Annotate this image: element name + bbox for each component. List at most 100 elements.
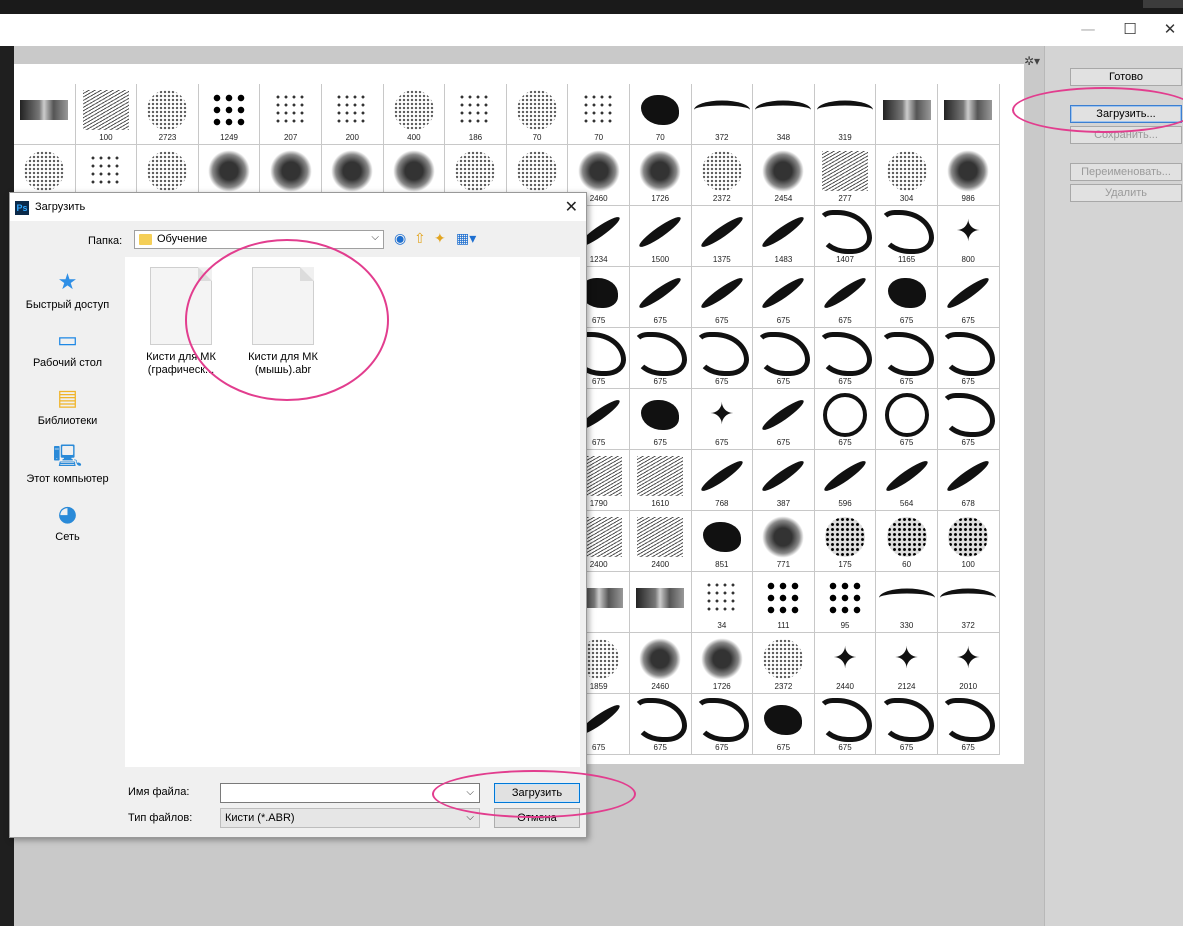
place-desktop[interactable]: ▭ Рабочий стол bbox=[10, 329, 125, 370]
brush-preset-cell[interactable]: 564 bbox=[876, 450, 938, 511]
file-item[interactable]: Кисти для МК (графическ... bbox=[141, 267, 221, 377]
brush-preset-cell[interactable]: ✦ 2440 bbox=[814, 633, 877, 694]
brush-preset-cell[interactable]: 2460 bbox=[629, 633, 692, 694]
brush-preset-cell[interactable]: 851 bbox=[691, 511, 754, 572]
up-folder-icon[interactable]: ⇧ bbox=[414, 232, 426, 246]
window-close-button[interactable]: ✕ bbox=[1150, 16, 1183, 42]
brush-preset-cell[interactable]: 95 bbox=[814, 572, 877, 633]
brush-preset-cell[interactable]: 675 bbox=[691, 694, 754, 755]
brush-preset-cell[interactable]: 675 bbox=[814, 389, 877, 450]
brush-preset-cell[interactable]: 1249 bbox=[198, 84, 261, 145]
brush-preset-cell[interactable]: 348 bbox=[753, 84, 815, 145]
filetype-select[interactable]: Кисти (*.ABR) ⌵ bbox=[220, 808, 480, 828]
brush-preset-cell[interactable]: 675 bbox=[814, 267, 877, 328]
brush-preset-cell[interactable]: 675 bbox=[937, 328, 1000, 389]
brush-preset-cell[interactable]: 319 bbox=[814, 84, 877, 145]
brush-preset-cell[interactable]: 675 bbox=[691, 328, 754, 389]
brush-preset-cell[interactable]: 186 bbox=[445, 84, 507, 145]
back-icon[interactable]: ◉ bbox=[394, 232, 406, 246]
place-this-pc[interactable]: 🖳 Этот компьютер bbox=[10, 445, 125, 486]
brush-preset-cell[interactable]: 675 bbox=[876, 389, 938, 450]
brush-preset-cell[interactable]: 675 bbox=[876, 267, 938, 328]
brush-preset-cell[interactable]: 330 bbox=[876, 572, 938, 633]
new-folder-icon[interactable]: ✦ bbox=[434, 232, 446, 246]
brush-preset-cell[interactable]: 1726 bbox=[691, 633, 754, 694]
brush-preset-cell[interactable]: 675 bbox=[937, 389, 1000, 450]
brush-preset-cell[interactable]: 675 bbox=[814, 694, 877, 755]
brush-preset-cell[interactable]: 2372 bbox=[691, 145, 754, 206]
brush-preset-cell[interactable]: 675 bbox=[937, 267, 1000, 328]
brush-preset-cell[interactable]: 60 bbox=[876, 511, 938, 572]
brush-preset-cell[interactable]: 2400 bbox=[629, 511, 692, 572]
brush-preset-cell[interactable]: 675 bbox=[629, 389, 692, 450]
brush-preset-cell[interactable]: 2372 bbox=[753, 633, 815, 694]
brush-preset-cell[interactable] bbox=[937, 84, 1000, 145]
load-button[interactable]: Загрузить... bbox=[1070, 105, 1182, 123]
brush-preset-cell[interactable]: 675 bbox=[753, 328, 815, 389]
brush-preset-cell[interactable]: 675 bbox=[753, 389, 815, 450]
brush-preset-cell[interactable]: 675 bbox=[876, 328, 938, 389]
file-item[interactable]: Кисти для МК (мышь).abr bbox=[243, 267, 323, 377]
brush-preset-cell[interactable]: 200 bbox=[321, 84, 384, 145]
done-button[interactable]: Готово bbox=[1070, 68, 1182, 86]
brush-preset-cell[interactable]: 675 bbox=[691, 267, 754, 328]
brush-preset-cell[interactable]: ✦ 800 bbox=[937, 206, 1000, 267]
maximize-button[interactable]: ☐ bbox=[1110, 16, 1150, 42]
brush-preset-cell[interactable]: 2723 bbox=[137, 84, 199, 145]
brush-preset-cell[interactable]: 207 bbox=[260, 84, 322, 145]
brush-size-label: 348 bbox=[776, 133, 791, 142]
brush-preset-cell[interactable]: 1610 bbox=[629, 450, 692, 511]
brush-preset-cell[interactable]: 675 bbox=[629, 694, 692, 755]
brush-preset-cell[interactable] bbox=[629, 572, 692, 633]
brush-preset-cell[interactable]: 771 bbox=[753, 511, 815, 572]
brush-preset-cell[interactable]: 1375 bbox=[691, 206, 754, 267]
folder-select[interactable]: Обучение ⌵ bbox=[134, 230, 384, 249]
brush-preset-cell[interactable]: 1407 bbox=[814, 206, 877, 267]
brush-preset-cell[interactable]: 111 bbox=[753, 572, 815, 633]
brush-preset-cell[interactable]: 100 bbox=[75, 84, 138, 145]
brush-preset-cell[interactable]: 70 bbox=[506, 84, 569, 145]
dialog-close-button[interactable]: ✕ bbox=[565, 197, 578, 216]
brush-preset-cell[interactable]: ✦ 2124 bbox=[876, 633, 938, 694]
brush-preset-cell[interactable]: 675 bbox=[629, 267, 692, 328]
brush-preset-cell[interactable] bbox=[14, 84, 76, 145]
minimize-button[interactable]: — bbox=[1068, 16, 1108, 42]
brush-preset-cell[interactable]: 675 bbox=[629, 328, 692, 389]
brush-preset-cell[interactable]: 372 bbox=[691, 84, 754, 145]
brush-preset-cell[interactable] bbox=[876, 84, 938, 145]
brush-preset-cell[interactable]: ✦ 675 bbox=[691, 389, 754, 450]
view-menu-icon[interactable]: ▦▾ bbox=[456, 232, 476, 246]
place-network[interactable]: ◕ Сеть bbox=[10, 503, 125, 544]
brush-preset-cell[interactable]: 768 bbox=[691, 450, 754, 511]
brush-preset-cell[interactable]: 34 bbox=[691, 572, 754, 633]
brush-preset-cell[interactable]: 387 bbox=[753, 450, 815, 511]
brush-preset-cell[interactable]: 675 bbox=[753, 694, 815, 755]
brush-preset-cell[interactable]: 675 bbox=[814, 328, 877, 389]
brush-preset-cell[interactable]: 1726 bbox=[629, 145, 692, 206]
brush-preset-cell[interactable]: 675 bbox=[753, 267, 815, 328]
brush-preset-cell[interactable]: 1165 bbox=[876, 206, 938, 267]
brush-preset-cell[interactable]: 596 bbox=[814, 450, 877, 511]
brush-preset-cell[interactable]: 1500 bbox=[629, 206, 692, 267]
brush-preset-cell[interactable]: 100 bbox=[937, 511, 1000, 572]
brush-preset-cell[interactable]: 400 bbox=[383, 84, 446, 145]
open-button[interactable]: Загрузить bbox=[494, 783, 580, 803]
brush-preset-cell[interactable]: 986 bbox=[937, 145, 1000, 206]
brush-preset-cell[interactable]: 675 bbox=[876, 694, 938, 755]
brush-preset-cell[interactable]: 70 bbox=[568, 84, 630, 145]
cancel-button[interactable]: Отмена bbox=[494, 808, 580, 828]
place-quick-access[interactable]: ★ Быстрый доступ bbox=[10, 271, 125, 312]
brush-preset-cell[interactable]: 304 bbox=[876, 145, 938, 206]
brush-preset-cell[interactable]: 175 bbox=[814, 511, 877, 572]
brush-preset-cell[interactable]: 372 bbox=[937, 572, 1000, 633]
brush-preset-cell[interactable]: 1483 bbox=[753, 206, 815, 267]
brush-preset-cell[interactable]: 277 bbox=[814, 145, 877, 206]
place-libraries[interactable]: ▤ Библиотеки bbox=[10, 387, 125, 428]
filename-input[interactable]: ⌵ bbox=[220, 783, 480, 803]
brush-preset-cell[interactable]: 678 bbox=[937, 450, 1000, 511]
brush-preset-cell[interactable]: 675 bbox=[937, 694, 1000, 755]
brush-preset-cell[interactable]: 2454 bbox=[753, 145, 815, 206]
brush-preset-cell[interactable]: 70 bbox=[629, 84, 692, 145]
gear-icon[interactable]: ✲▾ bbox=[1024, 54, 1040, 68]
brush-preset-cell[interactable]: ✦ 2010 bbox=[937, 633, 1000, 694]
